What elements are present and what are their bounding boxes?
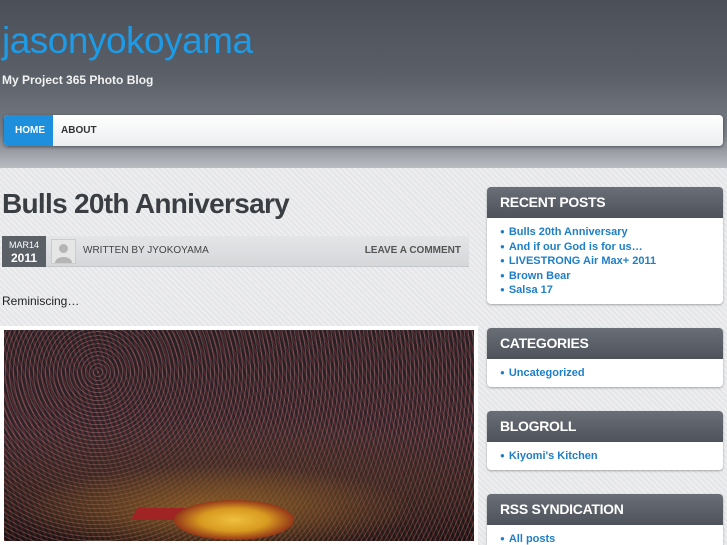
- nav-item-home[interactable]: HOME: [4, 115, 53, 146]
- nav-item-about[interactable]: ABOUT: [53, 115, 105, 146]
- author-avatar-icon: [51, 239, 76, 264]
- list-item[interactable]: ● Bulls 20th Anniversary: [500, 225, 723, 240]
- list-item[interactable]: ● Uncategorized: [500, 366, 723, 381]
- recent-post-link[interactable]: Brown Bear: [509, 270, 571, 282]
- recent-post-link[interactable]: Salsa 17: [509, 284, 553, 296]
- site-description: My Project 365 Photo Blog: [2, 73, 154, 87]
- rss-list: ● All posts: [487, 525, 723, 545]
- post-excerpt: Reminiscing…: [2, 294, 80, 308]
- recent-post-link[interactable]: Bulls 20th Anniversary: [509, 226, 628, 238]
- recent-post-link[interactable]: And if our God is for us…: [509, 241, 643, 253]
- post-date: MAR14 2011: [2, 236, 46, 267]
- bullet-icon: ●: [500, 256, 505, 265]
- post-meta-bar: MAR14 2011 WRITTEN BY JYOKOYAMA LEAVE A …: [2, 236, 469, 267]
- post-author[interactable]: WRITTEN BY JYOKOYAMA: [83, 245, 209, 256]
- court-logo: [174, 500, 294, 540]
- list-item[interactable]: ● Brown Bear: [500, 269, 723, 284]
- post-photo[interactable]: [0, 326, 478, 545]
- bullet-icon: ●: [500, 368, 505, 377]
- leave-comment-link[interactable]: LEAVE A COMMENT: [365, 245, 461, 256]
- widget-recent-posts: RECENT POSTS ● Bulls 20th Anniversary ● An…: [487, 187, 723, 304]
- categories-list: ● Uncategorized: [487, 359, 723, 387]
- widget-blogroll: BLOGROLL ● Kiyomi's Kitchen: [487, 411, 723, 470]
- category-link[interactable]: Uncategorized: [509, 367, 585, 379]
- site-title[interactable]: jasonyokoyama: [2, 20, 253, 62]
- widget-title: BLOGROLL: [487, 411, 723, 442]
- bullet-icon: ●: [500, 227, 505, 236]
- list-item[interactable]: ● All posts: [500, 532, 723, 545]
- bullet-icon: ●: [500, 241, 505, 251]
- widget-title: CATEGORIES: [487, 328, 723, 359]
- arena-photo: [4, 330, 474, 541]
- widget-title: RECENT POSTS: [487, 187, 723, 218]
- blogroll-link[interactable]: Kiyomi's Kitchen: [509, 450, 598, 462]
- widget-title: RSS SYNDICATION: [487, 494, 723, 525]
- bullet-icon: ●: [500, 270, 505, 280]
- bullet-icon: ●: [500, 534, 505, 543]
- list-item[interactable]: ● Kiyomi's Kitchen: [500, 449, 723, 464]
- post-date-year: 2011: [10, 251, 38, 265]
- post-title[interactable]: Bulls 20th Anniversary: [2, 188, 290, 220]
- blogroll-list: ● Kiyomi's Kitchen: [487, 442, 723, 470]
- widget-rss: RSS SYNDICATION ● All posts: [487, 494, 723, 545]
- recent-posts-list: ● Bulls 20th Anniversary ● And if our God …: [487, 218, 723, 304]
- site-header: jasonyokoyama My Project 365 Photo Blog …: [0, 0, 727, 168]
- bullet-icon: ●: [500, 285, 505, 294]
- list-item[interactable]: ● And if our God is for us…: [500, 240, 723, 255]
- recent-post-link[interactable]: LIVESTRONG Air Max+ 2011: [509, 255, 656, 267]
- bullet-icon: ●: [500, 451, 505, 460]
- main-nav: HOME ABOUT: [4, 115, 723, 146]
- list-item[interactable]: ● Salsa 17: [500, 283, 723, 298]
- post-date-month-day: MAR14: [8, 240, 39, 250]
- widget-categories: CATEGORIES ● Uncategorized: [487, 328, 723, 387]
- rss-link[interactable]: All posts: [509, 533, 555, 545]
- list-item[interactable]: ● LIVESTRONG Air Max+ 2011: [500, 254, 723, 269]
